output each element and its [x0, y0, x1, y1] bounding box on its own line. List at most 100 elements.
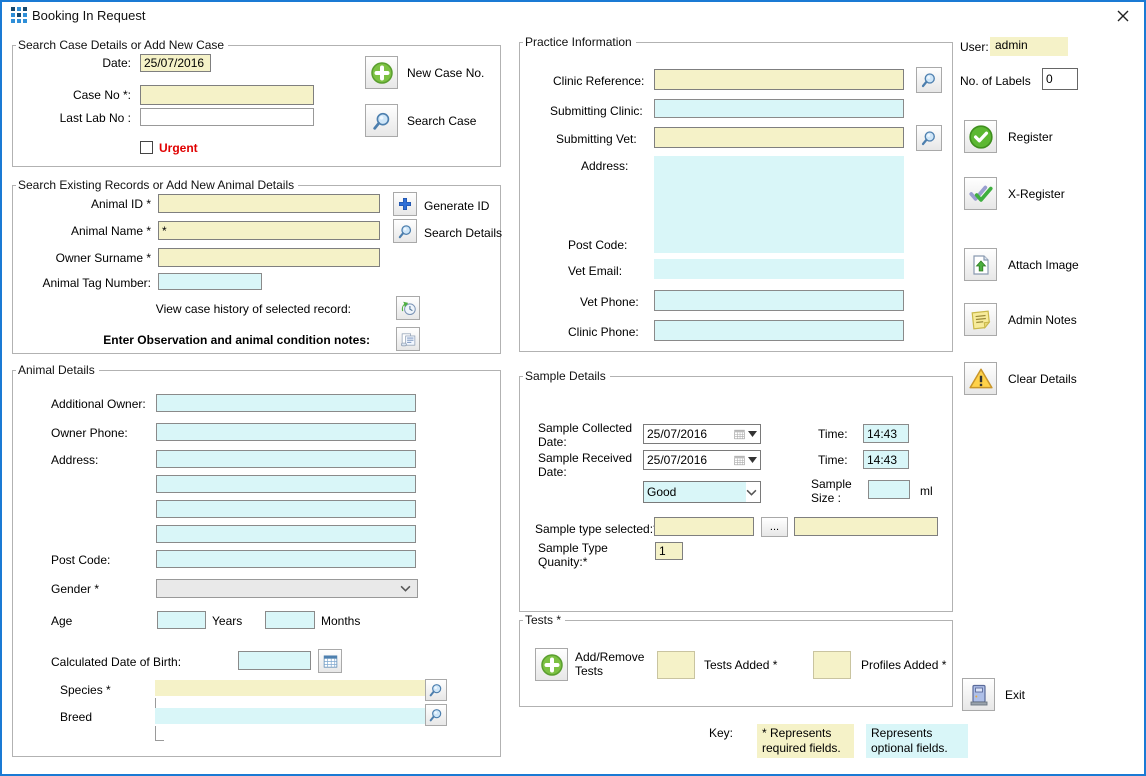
species-search-button[interactable] — [425, 679, 447, 701]
clinic-reference-label: Clinic Reference: — [553, 74, 644, 88]
sample-collected-date-picker[interactable]: 25/07/2016 — [643, 424, 761, 444]
age-years-field[interactable] — [157, 611, 206, 629]
search-details-button[interactable] — [393, 219, 417, 243]
animal-id-field[interactable] — [158, 194, 380, 213]
generate-id-button[interactable] — [393, 192, 417, 216]
sample-received-date-picker[interactable]: 25/07/2016 — [643, 450, 761, 470]
exit-button[interactable] — [962, 678, 995, 711]
close-button[interactable] — [1110, 6, 1136, 26]
breed-field[interactable] — [155, 708, 425, 724]
ml-label: ml — [920, 484, 933, 498]
animal-name-field[interactable] — [158, 221, 380, 240]
search-case-button[interactable] — [365, 104, 398, 137]
check-circle-icon — [968, 124, 994, 150]
additional-owner-label: Additional Owner: — [51, 397, 146, 411]
sample-type-quantity-field[interactable] — [655, 542, 683, 560]
user-value: admin — [990, 37, 1068, 56]
time-label-2: Time: — [818, 453, 848, 467]
tests-added-box — [657, 651, 695, 679]
sample-type-browse-button[interactable]: ... — [761, 517, 788, 537]
no-of-labels-label: No. of Labels — [960, 74, 1031, 88]
x-register-button[interactable] — [964, 177, 997, 210]
collected-time-field[interactable] — [863, 424, 909, 443]
calendar-icon — [322, 653, 339, 670]
last-lab-field[interactable] — [140, 108, 314, 126]
animal-tag-field[interactable] — [158, 273, 262, 290]
dob-calendar-button[interactable] — [318, 649, 342, 673]
case-history-button[interactable] — [396, 296, 420, 320]
dob-field[interactable] — [238, 651, 311, 670]
register-button[interactable] — [964, 120, 997, 153]
profiles-added-label: Profiles Added * — [861, 658, 946, 672]
date-field[interactable] — [140, 54, 211, 72]
search-icon — [920, 129, 938, 147]
search-icon — [397, 223, 414, 240]
owner-surname-field[interactable] — [158, 248, 380, 267]
group-search-records-title: Search Existing Records or Add New Anima… — [16, 178, 298, 192]
search-icon — [428, 682, 444, 698]
sample-collected-date-label: Sample Collected Date: — [538, 421, 638, 449]
sample-size-field[interactable] — [868, 480, 910, 499]
search-icon — [428, 707, 444, 723]
exit-label: Exit — [1005, 688, 1025, 702]
group-practice-information: Practice Information Clinic Reference: S… — [519, 42, 953, 352]
chevron-down-icon — [400, 585, 417, 592]
observation-label: Enter Observation and animal condition n… — [73, 333, 370, 347]
tests-added-label: Tests Added * — [704, 658, 777, 672]
dropdown-arrow-icon — [748, 431, 757, 437]
gender-select[interactable] — [156, 579, 418, 598]
chevron-down-icon — [746, 489, 757, 496]
post-code-field[interactable] — [156, 550, 416, 568]
sample-condition-select[interactable]: Good — [643, 481, 761, 503]
attach-image-icon — [969, 253, 993, 277]
practice-address-field[interactable] — [654, 156, 904, 253]
case-no-field[interactable] — [140, 85, 314, 105]
address-line4-field[interactable] — [156, 525, 416, 543]
breed-search-button[interactable] — [425, 704, 447, 726]
last-lab-label: Last Lab No : — [13, 111, 131, 125]
group-tests-title: Tests * — [523, 613, 565, 627]
observation-notes-button[interactable] — [396, 327, 420, 351]
search-icon — [371, 110, 393, 132]
address-line1-field[interactable] — [156, 450, 416, 468]
animal-id-label: Animal ID * — [13, 197, 151, 211]
group-sample-details: Sample Details Sample Collected Date: 25… — [519, 376, 953, 612]
sample-type-extra-field[interactable] — [794, 517, 938, 536]
vet-email-label: Vet Email: — [568, 264, 622, 278]
sample-type-field[interactable] — [654, 517, 754, 536]
dropdown-arrow-icon — [748, 457, 757, 463]
clear-details-button[interactable] — [964, 362, 997, 395]
vet-email-field[interactable] — [654, 259, 904, 279]
calendar-icon — [733, 428, 746, 441]
clear-details-label: Clear Details — [1008, 372, 1077, 386]
urgent-checkbox[interactable] — [140, 141, 153, 154]
received-time-field[interactable] — [863, 450, 909, 469]
no-of-labels-field[interactable] — [1042, 68, 1078, 90]
address-line2-field[interactable] — [156, 475, 416, 493]
owner-phone-field[interactable] — [156, 423, 416, 441]
app-icon — [11, 7, 27, 23]
clinic-reference-search-button[interactable] — [916, 67, 942, 93]
add-remove-tests-button[interactable] — [535, 648, 568, 681]
submitting-clinic-field[interactable] — [654, 99, 904, 118]
clinic-phone-field[interactable] — [654, 320, 904, 341]
species-field[interactable] — [155, 680, 425, 696]
clinic-reference-field[interactable] — [654, 69, 904, 90]
submitting-vet-search-button[interactable] — [916, 125, 942, 151]
date-label: Date: — [13, 56, 131, 70]
plus-icon — [397, 196, 413, 212]
group-animal-details-title: Animal Details — [16, 363, 99, 377]
vet-phone-field[interactable] — [654, 290, 904, 311]
submitting-vet-field[interactable] — [654, 127, 904, 148]
attach-image-button[interactable] — [964, 248, 997, 281]
breed-label: Breed — [60, 710, 92, 724]
time-label-1: Time: — [818, 427, 848, 441]
view-history-label: View case history of selected record: — [113, 302, 351, 316]
admin-notes-button[interactable] — [964, 303, 997, 336]
address-line3-field[interactable] — [156, 500, 416, 518]
titlebar: Booking In Request — [2, 2, 1144, 28]
age-months-field[interactable] — [265, 611, 315, 629]
additional-owner-field[interactable] — [156, 394, 416, 412]
new-case-button[interactable] — [365, 56, 398, 89]
vet-phone-label: Vet Phone: — [580, 295, 639, 309]
